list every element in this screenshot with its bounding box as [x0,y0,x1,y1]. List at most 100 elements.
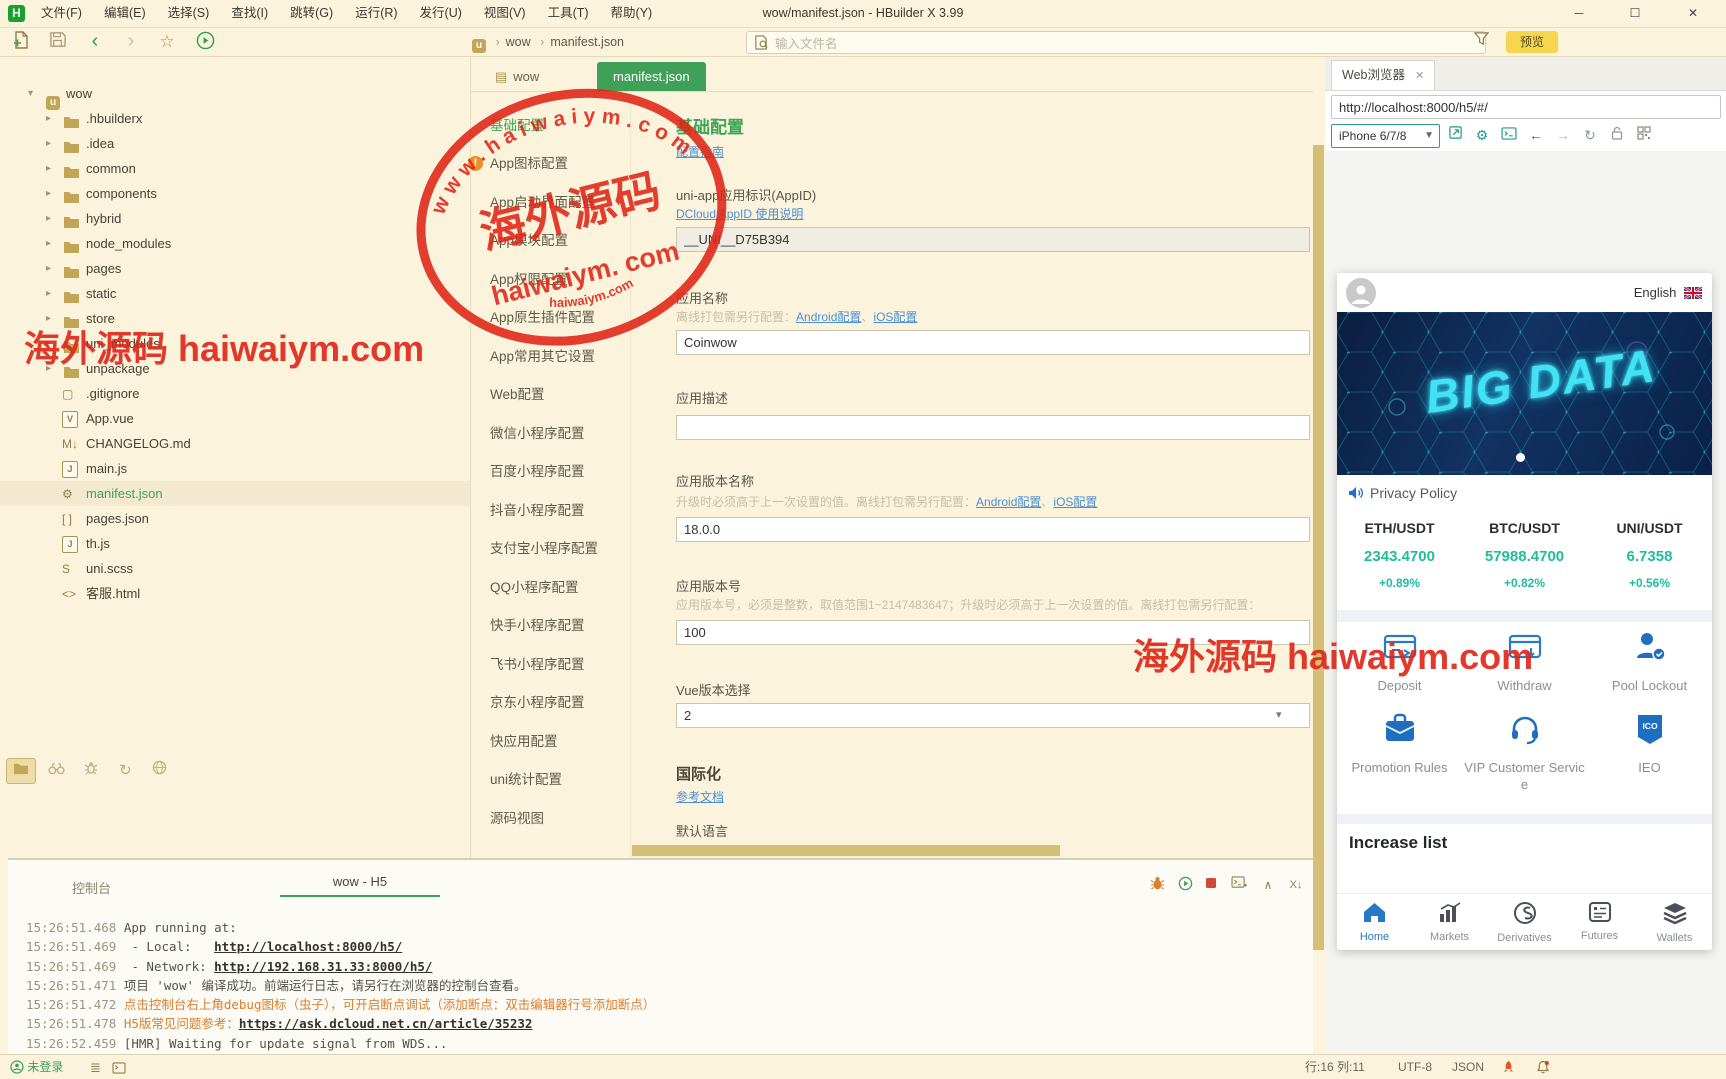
preview-button[interactable]: 预览 [1506,31,1558,53]
config-nav-7[interactable]: App常用其它设置 [490,348,595,366]
config-nav-3[interactable]: App启动界面配置 [490,194,595,212]
tree-item-store[interactable]: ▸store [0,306,470,331]
hint-link[interactable]: Android配置 [796,310,861,324]
minimize-button[interactable]: ─ [1558,0,1600,27]
grid-item-pool-lockout[interactable]: Pool Lockout [1587,630,1712,694]
debug-ant-icon[interactable] [77,758,105,784]
config-nav-8[interactable]: Web配置 [490,386,545,404]
appid-doc-link[interactable]: DCloud AppID 使用说明 [676,205,803,222]
gear-icon[interactable]: ⚙ [1470,124,1494,146]
tree-item-hybrid[interactable]: ▸hybrid [0,206,470,231]
url-input[interactable] [1331,95,1721,119]
tree-item-unpackage[interactable]: ▸unpackage [0,356,470,381]
log-link[interactable]: https://ask.dcloud.net.cn/article/35232 [239,1016,533,1031]
ticker-BTC/USDT[interactable]: BTC/USDT57988.4700+0.82% [1462,512,1587,610]
qr-code-icon[interactable] [1632,124,1656,146]
globe-icon[interactable] [146,758,174,784]
file-format[interactable]: JSON [1452,1055,1484,1079]
console-box-icon[interactable] [1497,124,1521,146]
phone-tab-futures[interactable]: Futures [1562,894,1637,950]
tree-item-uni-modules[interactable]: ▸uni_modules [0,331,470,356]
search-input[interactable] [773,32,1467,55]
ticker-UNI/USDT[interactable]: UNI/USDT6.7358+0.56% [1587,512,1712,610]
run-button[interactable] [194,31,216,53]
login-status[interactable]: 未登录 [10,1055,63,1079]
config-nav-16[interactable]: 京东小程序配置 [490,694,585,712]
new-terminal-icon[interactable] [1228,876,1250,894]
log-link[interactable]: http://localhost:8000/h5/ [214,939,402,954]
config-nav-14[interactable]: 快手小程序配置 [490,617,585,635]
tree-item-components[interactable]: ▸components [0,181,470,206]
grid-item-vip-customer-service[interactable]: VIP Customer Service [1462,712,1587,793]
hint-link[interactable]: iOS配置 [873,310,917,324]
tree-item-CHANGELOG-md[interactable]: M↓CHANGELOG.md [0,431,470,456]
grid-item-ieo[interactable]: ICOIEO [1587,712,1712,776]
hint-link[interactable]: Android配置 [976,495,1041,509]
avatar[interactable] [1346,278,1376,308]
tree-item-node-modules[interactable]: ▸node_modules [0,231,470,256]
forward-button[interactable]: › [120,31,142,53]
tree-item-pages-json[interactable]: [ ]pages.json [0,506,470,531]
encoding[interactable]: UTF-8 [1398,1055,1432,1079]
tree-item-main-js[interactable]: Jmain.js [0,456,470,481]
vertical-scrollbar[interactable] [1313,145,1324,950]
favorite-star-icon[interactable]: ☆ [156,31,178,53]
tree-item-common[interactable]: ▸common [0,156,470,181]
config-nav-13[interactable]: QQ小程序配置 [490,579,579,597]
notification-bell-icon[interactable] [1536,1055,1550,1079]
field-input-6[interactable] [676,703,1310,728]
grid-item-deposit[interactable]: Deposit [1337,630,1462,694]
clear-console-icon[interactable]: X↓ [1285,876,1307,894]
console-tab-wow-h5[interactable]: wow - H5 [280,874,440,897]
open-external-icon[interactable] [1443,124,1467,146]
tree-item-manifest-json[interactable]: ⚙manifest.json [0,481,470,506]
stop-icon[interactable] [1200,876,1222,894]
tree-item--idea[interactable]: ▸.idea [0,131,470,156]
horizontal-scrollbar[interactable] [632,845,1060,856]
tree-item-pages[interactable]: ▸pages [0,256,470,281]
config-nav-4[interactable]: App模块配置 [490,232,568,250]
rocket-icon[interactable] [1502,1055,1515,1079]
field-input-5[interactable] [676,620,1310,645]
editor-tab-wow[interactable]: ▤wow [479,62,555,91]
tree-item-App-vue[interactable]: VApp.vue [0,406,470,431]
config-nav-19[interactable]: 源码视图 [490,810,544,828]
back-button[interactable]: ‹ [84,31,106,53]
language-selector[interactable]: English [1634,273,1702,312]
config-nav-10[interactable]: 百度小程序配置 [490,463,585,481]
grid-item-promotion-rules[interactable]: Promotion Rules [1337,712,1462,776]
log-link[interactable]: http://192.168.31.33:8000/h5/ [214,959,432,974]
config-nav-6[interactable]: App原生插件配置 [490,309,595,327]
close-tab-icon[interactable]: ✕ [1405,70,1424,82]
terminal-icon[interactable] [112,1055,126,1079]
breadcrumb[interactable]: u ›wow ›manifest.json [472,31,624,53]
explorer-folder-icon[interactable] [6,758,36,784]
config-nav-18[interactable]: uni统计配置 [490,771,562,789]
config-nav-2[interactable]: App图标配置 [490,155,568,173]
field-input-1[interactable] [676,227,1310,252]
phone-tab-home[interactable]: Home [1337,894,1412,950]
search-binoculars-icon[interactable] [42,758,70,784]
reload-icon[interactable]: ↻ [1578,124,1602,146]
notice-bar[interactable]: Privacy Policy [1337,475,1712,512]
phone-tab-markets[interactable]: Markets [1412,894,1487,950]
debug-bug-icon[interactable] [1146,876,1168,894]
field-input-4[interactable] [676,517,1310,542]
config-nav-12[interactable]: 支付宝小程序配置 [490,540,598,558]
tree-item--hbuilderx[interactable]: ▸.hbuilderx [0,106,470,131]
tree-item-th-js[interactable]: Jth.js [0,531,470,556]
refresh-icon[interactable]: ↻ [111,758,139,784]
config-nav-5[interactable]: App权限配置 [490,271,568,289]
editor-tab-manifest.json[interactable]: manifest.json [597,62,706,91]
grid-item-withdraw[interactable]: Withdraw [1462,630,1587,694]
close-button[interactable]: ✕ [1672,0,1714,27]
maximize-button[interactable]: ☐ [1614,0,1656,27]
tree-item--html[interactable]: <>客服.html [0,581,470,606]
lock-icon[interactable] [1605,124,1629,146]
file-search-box[interactable] [746,31,1486,54]
config-guide-link[interactable]: 配置指南 [676,143,724,160]
field-input-2[interactable] [676,330,1310,355]
collapse-icon[interactable]: ∧ [1257,876,1279,894]
config-nav-1[interactable]: 基础配置 [490,117,544,135]
field-input-3[interactable] [676,415,1310,440]
